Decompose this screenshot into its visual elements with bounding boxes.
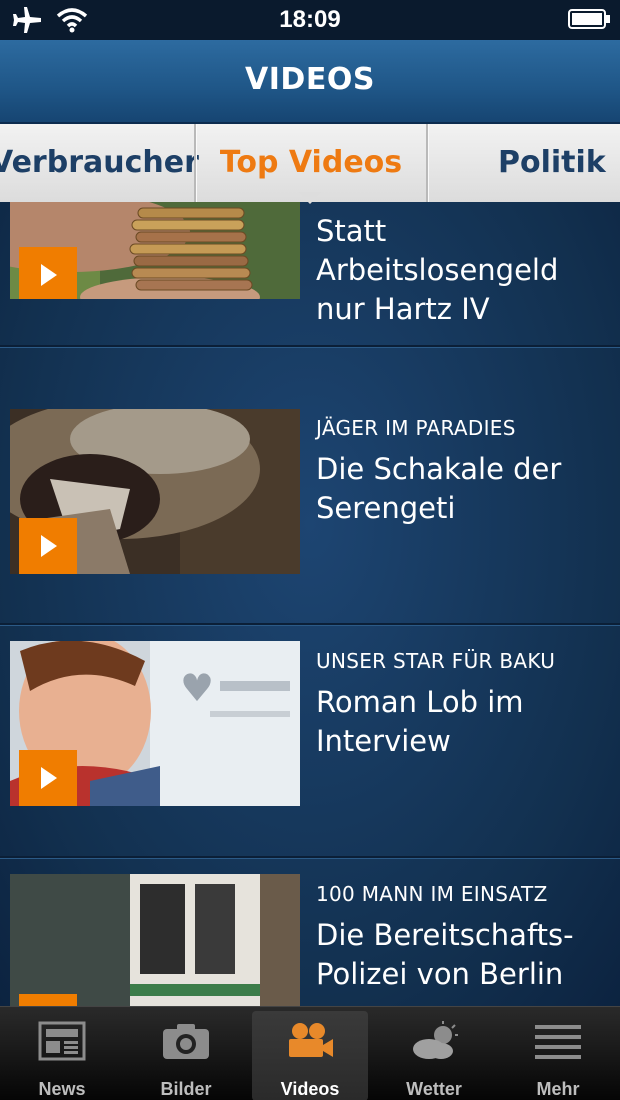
svg-text:♥: ♥ bbox=[180, 666, 214, 710]
tab-politik[interactable]: Politik bbox=[498, 124, 606, 202]
tab-verbraucher[interactable]: Verbraucher bbox=[0, 124, 199, 202]
tabbar-item-wetter[interactable]: Wetter bbox=[376, 1011, 492, 1100]
status-time: 18:09 bbox=[279, 6, 341, 33]
tab-divider bbox=[426, 124, 428, 202]
video-item[interactable]: 100 MANN IM EINSATZ Die Bereitschafts-Po… bbox=[0, 858, 620, 1006]
tabbar-item-mehr[interactable]: Mehr bbox=[500, 1011, 616, 1100]
weather-cloud-icon bbox=[413, 1021, 458, 1059]
bottom-tab-bar: News Bilder Videos Wetter Mehr bbox=[0, 1006, 620, 1100]
video-headline: Die Bereitschafts-Polizei von Berlin bbox=[316, 918, 574, 991]
more-lines-icon bbox=[535, 1025, 581, 1059]
video-thumbnail[interactable] bbox=[10, 202, 300, 299]
video-headline: Die Schakale der Serengeti bbox=[316, 452, 562, 525]
video-item[interactable]: ♥ UNSER STAR FÜR BAKU Roman Lob im Inter… bbox=[0, 625, 620, 858]
tabbar-label: News bbox=[38, 1079, 86, 1099]
play-button[interactable] bbox=[19, 247, 77, 299]
video-kicker: UNSER STAR FÜR BAKU bbox=[316, 649, 556, 673]
tabbar-label: Videos bbox=[280, 1079, 340, 1099]
play-button[interactable] bbox=[19, 994, 77, 1006]
divider bbox=[0, 345, 620, 347]
tabbar-label: Wetter bbox=[406, 1079, 462, 1099]
video-camera-icon bbox=[289, 1023, 333, 1057]
video-thumbnail[interactable] bbox=[10, 409, 300, 574]
page-title: VIDEOS bbox=[245, 62, 375, 97]
active-tab-pointer bbox=[298, 192, 322, 204]
tabbar-item-videos[interactable]: Videos bbox=[252, 1011, 368, 1100]
camera-icon bbox=[163, 1024, 209, 1059]
play-button[interactable] bbox=[19, 750, 77, 806]
status-bar: 18:09 bbox=[0, 0, 620, 40]
nav-header: VIDEOS bbox=[0, 40, 620, 124]
video-kicker: 100 MANN IM EINSATZ bbox=[316, 882, 548, 906]
video-kicker: JÄGER IM PARADIES bbox=[316, 416, 516, 440]
tab-top-videos[interactable]: Top Videos bbox=[196, 124, 426, 202]
category-tabs: Verbraucher Top Videos Politik bbox=[0, 124, 620, 202]
video-thumbnail[interactable]: ♥ bbox=[10, 641, 300, 806]
tabbar-label: Mehr bbox=[536, 1079, 580, 1099]
video-headline: Roman Lob im Interview bbox=[316, 685, 524, 758]
tabbar-item-news[interactable]: News bbox=[4, 1011, 120, 1100]
video-headline: Statt Arbeitslosengeld nur Hartz IV bbox=[316, 214, 559, 326]
video-item[interactable]: Statt Arbeitslosengeld nur Hartz IV bbox=[0, 202, 620, 393]
video-thumbnail[interactable] bbox=[10, 874, 300, 1006]
play-button[interactable] bbox=[19, 518, 77, 574]
battery-icon bbox=[568, 8, 612, 34]
video-list[interactable]: Statt Arbeitslosengeld nur Hartz IV JÄGE… bbox=[0, 202, 620, 1006]
tabbar-label: Bilder bbox=[160, 1079, 212, 1099]
newspaper-icon bbox=[38, 1021, 86, 1061]
video-item[interactable]: JÄGER IM PARADIES Die Schakale der Seren… bbox=[0, 392, 620, 625]
tabbar-item-bilder[interactable]: Bilder bbox=[128, 1011, 244, 1100]
